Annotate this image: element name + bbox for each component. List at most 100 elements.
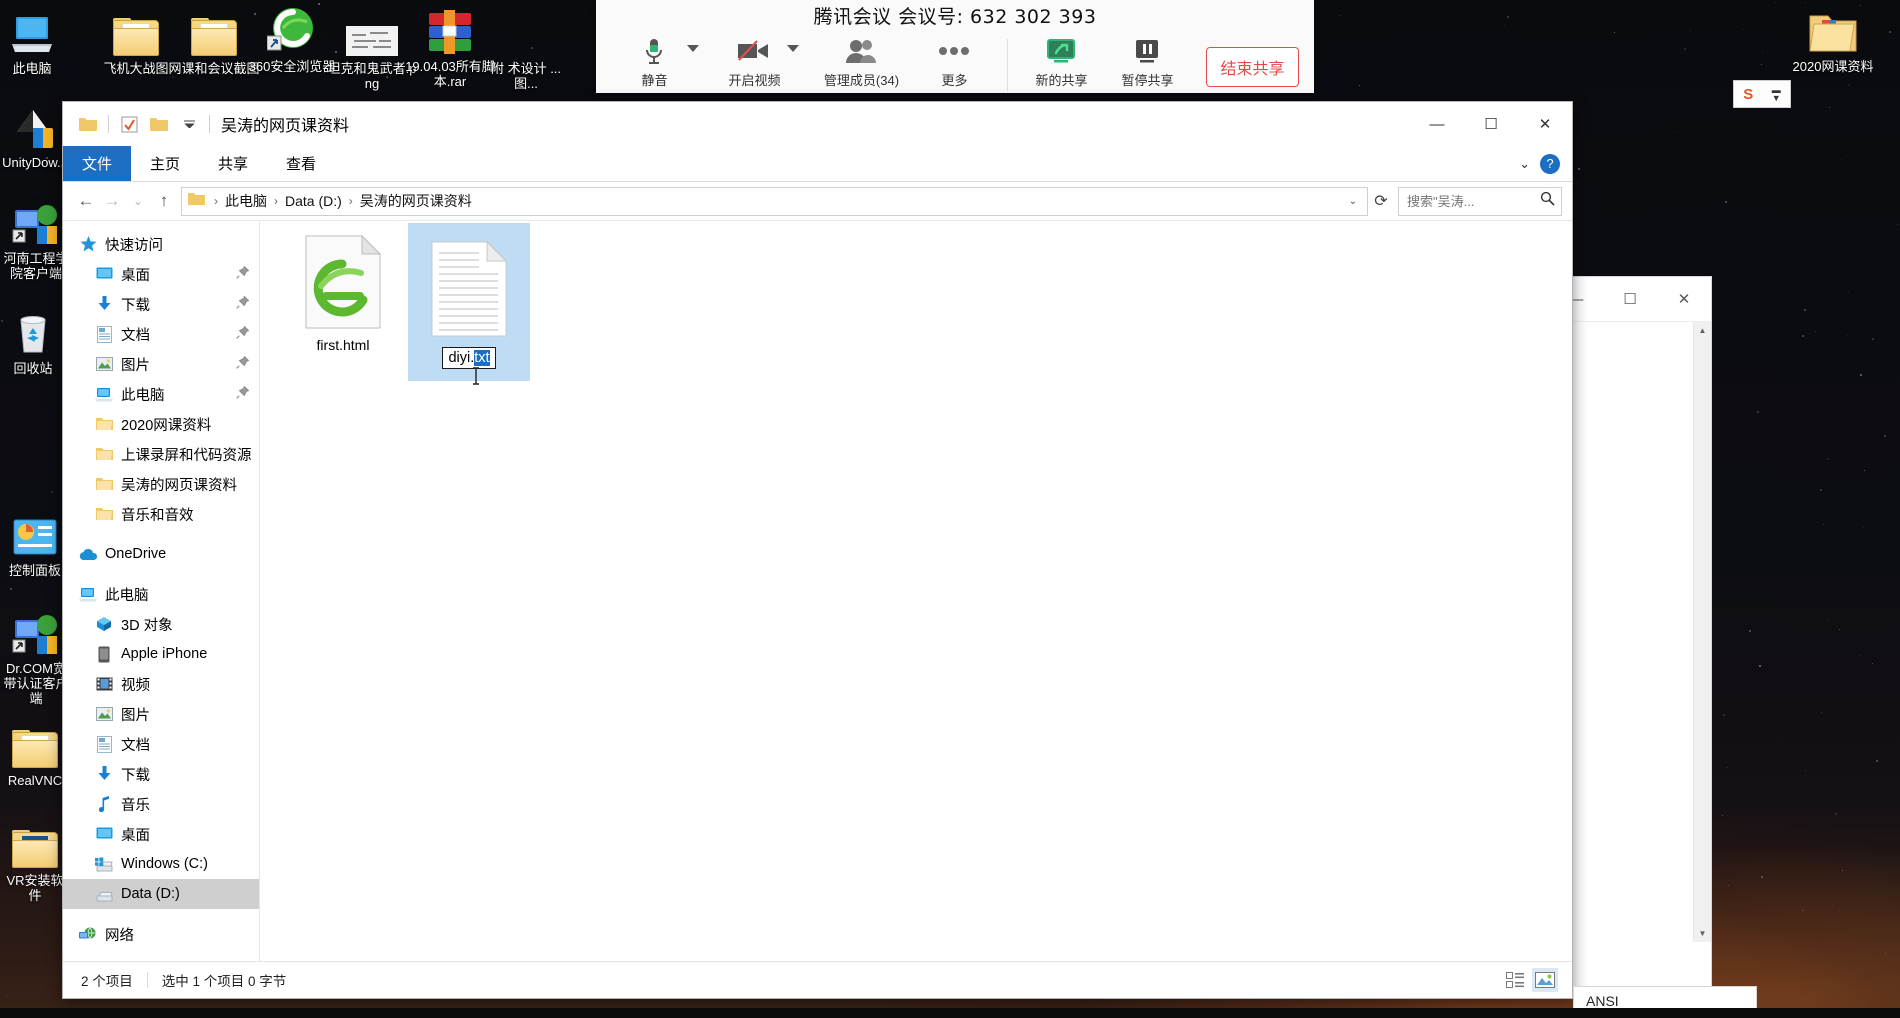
nav-item-13[interactable]: Apple iPhone [63, 639, 259, 669]
breadcrumb-item-this-pc[interactable]: 此电脑 [225, 191, 267, 211]
nav-item-label: 2020网课资料 [121, 417, 212, 434]
tab-file[interactable]: 文件 [63, 146, 132, 181]
breadcrumb-item-data-d[interactable]: Data (D:) [285, 193, 342, 209]
close-button[interactable]: ✕ [1657, 280, 1711, 318]
pin-icon[interactable] [236, 265, 250, 282]
recent-locations-button[interactable]: ⌄ [125, 187, 151, 215]
nav-item-1[interactable]: 桌面 [63, 259, 259, 289]
search-box[interactable] [1398, 186, 1562, 216]
scroll-up-arrow-icon[interactable]: ▲ [1694, 322, 1711, 339]
help-icon[interactable]: ? [1540, 153, 1560, 174]
nav-item-2[interactable]: 下载 [63, 289, 259, 319]
properties-check-icon[interactable] [114, 109, 144, 139]
file-item-diyi-txt[interactable]: diyi. txt [408, 223, 530, 385]
address-bar[interactable]: › 此电脑 › Data (D:) › 吴涛的网页课资料 ⌄ [181, 186, 1368, 216]
pin-icon[interactable] [236, 355, 250, 372]
nav-item-14[interactable]: 视频 [63, 669, 259, 699]
search-input[interactable] [1405, 192, 1540, 210]
close-button[interactable]: ✕ [1518, 102, 1572, 146]
desktop-icon-unity[interactable]: UnityDow... [0, 100, 70, 170]
nav-item-9[interactable]: 音乐和音效 [63, 499, 259, 529]
nav-item-3[interactable]: 文档 [63, 319, 259, 349]
nav-gap [63, 909, 259, 919]
folder-icon[interactable] [73, 109, 103, 139]
nav-item-22[interactable]: 网络 [63, 919, 259, 949]
nav-item-17[interactable]: 下载 [63, 759, 259, 789]
nav-item-label: 桌面 [121, 267, 150, 284]
large-icons-view-icon[interactable] [1532, 968, 1558, 992]
nav-item-15[interactable]: 图片 [63, 699, 259, 729]
folder-icon [0, 718, 70, 768]
new-folder-icon[interactable] [144, 109, 174, 139]
drive-icon [93, 887, 115, 902]
nav-item-11[interactable]: 此电脑 [63, 579, 259, 609]
ime-expand-icon[interactable]: ▬ ▼ [1772, 86, 1781, 103]
chevron-down-icon[interactable]: ⌄ [1343, 196, 1363, 207]
tab-home[interactable]: 主页 [131, 146, 199, 181]
nav-item-4[interactable]: 图片 [63, 349, 259, 379]
chevron-down-icon[interactable] [687, 45, 700, 52]
desktop-icon-360browser[interactable]: 360安全浏览器 [246, 4, 338, 74]
tab-share[interactable]: 共享 [199, 146, 267, 181]
collapse-ribbon-icon[interactable]: ⌄ [1519, 156, 1530, 172]
meeting-pause-share-button[interactable]: 暂停共享 [1104, 35, 1190, 89]
navigation-pane[interactable]: 快速访问 桌面 下载 文档 图片 此电脑 2020网课资料 上课录屏和代码资源 吴涛的网页课资料… [63, 221, 260, 961]
nav-item-12[interactable]: 3D 对象 [63, 609, 259, 639]
meeting-members-button[interactable]: 管理成员(34) [811, 35, 911, 89]
desktop-icon-2020-coursework[interactable]: 2020网课资料 [1787, 4, 1879, 74]
file-explorer-window[interactable]: 吴涛的网页课资料 — ☐ ✕ 文件 主页 共享 查看 ⌄ ? ← → ⌄ ↑ ›… [62, 101, 1573, 999]
tab-view[interactable]: 查看 [267, 146, 335, 181]
rename-input[interactable]: diyi. txt [442, 347, 496, 369]
background-scrollbar[interactable]: ▲ ▼ [1693, 322, 1711, 942]
customize-chevron-icon[interactable] [174, 109, 204, 139]
nav-item-19[interactable]: 桌面 [63, 819, 259, 849]
nav-item-20[interactable]: Windows (C:) [63, 849, 259, 879]
desktop-icon [93, 827, 115, 841]
forward-button[interactable]: → [99, 187, 125, 215]
nav-item-7[interactable]: 上课录屏和代码资源 [63, 439, 259, 469]
pin-icon[interactable] [236, 385, 250, 402]
desktop-icon-misc[interactable]: 附 术设计 ...图... [480, 6, 572, 91]
meeting-more-button[interactable]: 更多 [911, 35, 997, 89]
rename-field-wrapper[interactable]: diyi. txt [408, 347, 530, 369]
pin-icon[interactable] [236, 325, 250, 342]
nav-item-label: 此电脑 [105, 587, 149, 604]
minimize-button[interactable]: — [1410, 102, 1464, 146]
search-icon[interactable] [1540, 191, 1555, 211]
nav-item-5[interactable]: 此电脑 [63, 379, 259, 409]
refresh-button[interactable]: ⟳ [1368, 187, 1394, 215]
end-share-button[interactable]: 结束共享 [1206, 47, 1299, 87]
file-list-area[interactable]: first.html diyi. txt [260, 221, 1572, 961]
desktop-icon-this-pc[interactable]: 此电脑 [0, 6, 64, 76]
sogou-ime-bar[interactable]: S ▬ ▼ [1733, 80, 1791, 108]
chevron-down-icon[interactable] [787, 45, 800, 52]
breadcrumb-item-current[interactable]: 吴涛的网页课资料 [360, 191, 472, 211]
pin-icon[interactable] [236, 295, 250, 312]
nav-item-16[interactable]: 文档 [63, 729, 259, 759]
nav-item-6[interactable]: 2020网课资料 [63, 409, 259, 439]
meeting-mute-button[interactable]: 静音 [611, 35, 700, 89]
desktop-icon-recycle-bin[interactable]: 回收站 [0, 306, 66, 376]
maximize-button[interactable]: ☐ [1464, 102, 1518, 146]
nav-item-10[interactable]: OneDrive [63, 539, 259, 569]
nav-item-18[interactable]: 音乐 [63, 789, 259, 819]
nav-item-8[interactable]: 吴涛的网页课资料 [63, 469, 259, 499]
nav-item-label: 下载 [121, 297, 150, 314]
details-view-icon[interactable] [1502, 968, 1528, 992]
file-item-first-html[interactable]: first.html [282, 233, 404, 353]
maximize-button[interactable]: ☐ [1603, 280, 1657, 318]
back-button[interactable]: ← [73, 187, 99, 215]
desktop-icon-vr-software[interactable]: VR安装软件 [0, 818, 70, 903]
recycle-bin-icon [0, 306, 66, 356]
scroll-down-arrow-icon[interactable]: ▼ [1694, 925, 1711, 942]
up-button[interactable]: ↑ [151, 187, 177, 215]
nav-item-21[interactable]: Data (D:) [63, 879, 259, 909]
nav-item-0[interactable]: 快速访问 [63, 229, 259, 259]
folder-icon [93, 447, 115, 461]
desktop-icon-realvnc[interactable]: RealVNC [0, 718, 70, 788]
meeting-video-button[interactable]: 开启视频 [711, 35, 800, 89]
desktop-icon-control-panel[interactable]: 控制面板 [0, 508, 70, 578]
breadcrumb[interactable]: › 此电脑 › Data (D:) › 吴涛的网页课资料 [207, 191, 472, 211]
meeting-new-share-button[interactable]: 新的共享 [1018, 35, 1104, 89]
status-item-count: 2 个项目 [81, 974, 133, 989]
